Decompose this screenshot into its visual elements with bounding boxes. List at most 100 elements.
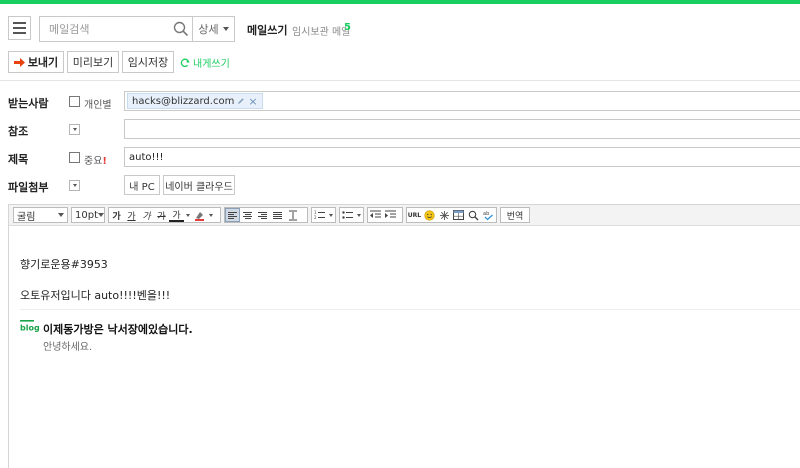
strikethrough-button[interactable]: 가: [154, 208, 169, 222]
text-style-group: 가 가 가 가 가: [108, 207, 221, 223]
outdent-icon: [370, 210, 381, 218]
mail-search-input[interactable]: [40, 17, 170, 41]
svg-text:blog: blog: [20, 324, 40, 333]
bullet-list-dropdown[interactable]: [355, 208, 363, 222]
drafts-count[interactable]: 5: [344, 22, 351, 33]
subject-input[interactable]: [125, 148, 800, 166]
table-icon: [453, 210, 465, 220]
alignment-group: [224, 207, 308, 223]
svg-text:2: 2: [314, 215, 317, 220]
cc-field[interactable]: [124, 119, 800, 139]
chevron-down-icon: [72, 128, 77, 131]
remove-recipient-icon[interactable]: ×: [248, 95, 257, 108]
detail-search-label: 상세: [198, 23, 219, 36]
bullet-list-button[interactable]: [340, 208, 355, 222]
align-center-button[interactable]: [240, 208, 255, 222]
italic-button[interactable]: 가: [139, 208, 154, 222]
drafts-link[interactable]: 임시보관 메일: [292, 23, 350, 38]
write-to-self-label: 내게쓰기: [193, 59, 230, 70]
recipient-field[interactable]: hacks@blizzard.com ×: [124, 91, 800, 111]
signature-subtitle: 안녕하세요.: [43, 342, 93, 353]
send-button-label: 보내기: [27, 56, 59, 69]
indent-group: [367, 207, 403, 223]
signature-divider: [20, 309, 800, 310]
write-to-self-link[interactable]: 내게쓰기: [180, 55, 230, 70]
cc-dropdown-toggle[interactable]: [69, 124, 80, 135]
font-family-select[interactable]: 굴림: [13, 207, 68, 223]
align-right-icon: [258, 211, 267, 219]
top-brand-bar: [0, 0, 800, 4]
body-line-2: 오토유저입니다 auto!!!!벤을!!!: [20, 289, 171, 302]
important-label-text: 중요: [84, 156, 103, 167]
insert-group: URL ab: [406, 207, 497, 223]
subject-label: 제목: [8, 153, 29, 166]
align-right-button[interactable]: [255, 208, 270, 222]
svg-text:ab: ab: [483, 211, 489, 217]
hamburger-menu-button[interactable]: [8, 16, 31, 40]
page-title: 메일쓰기: [247, 24, 288, 37]
numbered-list-icon: 12: [314, 210, 325, 220]
chevron-down-icon: [209, 213, 213, 217]
bold-button[interactable]: 가: [109, 208, 124, 222]
indent-button[interactable]: [383, 208, 398, 222]
special-char-button[interactable]: [437, 208, 452, 222]
save-draft-button[interactable]: 임시저장: [122, 51, 174, 73]
align-center-icon: [243, 211, 252, 219]
indent-icon: [385, 210, 396, 218]
mail-search-box[interactable]: [39, 16, 193, 42]
emoticon-icon: [424, 209, 435, 221]
cc-label: 참조: [8, 125, 29, 138]
send-arrow-icon: [13, 57, 25, 67]
highlight-color-dropdown[interactable]: [207, 208, 215, 222]
emoticon-button[interactable]: [422, 208, 437, 222]
chevron-down-icon: [357, 213, 361, 217]
underline-button[interactable]: 가: [124, 208, 139, 222]
attach-my-pc-button[interactable]: 내 PC: [124, 175, 160, 195]
spellcheck-button[interactable]: ab: [481, 208, 496, 222]
signature-title[interactable]: 이제동가방은 낙서장에있습니다.: [43, 321, 193, 337]
align-left-icon: [228, 211, 237, 219]
individual-send-checkbox[interactable]: [69, 96, 80, 107]
font-color-button[interactable]: 가: [169, 208, 184, 222]
find-button[interactable]: [466, 208, 481, 222]
preview-button[interactable]: 미리보기: [67, 51, 119, 73]
outdent-button[interactable]: [368, 208, 383, 222]
numbered-list-dropdown[interactable]: [327, 208, 335, 222]
line-height-icon: [288, 210, 297, 220]
line-height-button[interactable]: [285, 208, 300, 222]
search-icon[interactable]: [173, 21, 189, 37]
important-checkbox[interactable]: [69, 152, 80, 163]
editor-toolbar: 굴림 10pt 가 가 가 가 가 1 2 URL ab 번역: [9, 205, 800, 226]
chevron-down-icon: [72, 184, 77, 187]
recipient-chip[interactable]: hacks@blizzard.com ×: [127, 93, 263, 109]
special-char-icon: [439, 210, 449, 220]
subject-field[interactable]: [124, 147, 800, 167]
bullet-list-icon: [342, 211, 353, 219]
recipient-chip-address: hacks@blizzard.com: [132, 95, 235, 107]
align-justify-icon: [273, 211, 282, 219]
align-left-button[interactable]: [225, 208, 240, 222]
body-line-1: 향기로운용#3953: [20, 258, 108, 271]
numbered-list-button[interactable]: 12: [312, 208, 327, 222]
attachment-label: 파일첨부: [8, 181, 49, 194]
pencil-icon[interactable]: [237, 97, 245, 105]
highlight-color-button[interactable]: [192, 208, 207, 222]
font-size-select[interactable]: 10pt: [71, 207, 105, 223]
bullet-list-group: [339, 207, 364, 223]
translate-button[interactable]: 번역: [500, 207, 530, 223]
mail-editor[interactable]: 굴림 10pt 가 가 가 가 가 1 2 URL ab 번역 향기로운용#39…: [8, 204, 800, 468]
attach-naver-cloud-button[interactable]: 네이버 클라우드: [163, 175, 235, 195]
insert-link-button[interactable]: URL: [407, 208, 422, 222]
attachment-dropdown-toggle[interactable]: [69, 180, 80, 191]
numbered-list-group: 12: [311, 207, 336, 223]
insert-table-button[interactable]: [451, 208, 466, 222]
chevron-down-icon: [58, 213, 64, 217]
font-size-value: 10pt: [75, 209, 98, 221]
detail-search-button[interactable]: 상세: [193, 16, 235, 42]
recipient-label: 받는사람: [8, 97, 49, 110]
send-button[interactable]: 보내기: [8, 51, 64, 73]
align-justify-button[interactable]: [270, 208, 285, 222]
chevron-down-icon: [222, 27, 229, 31]
refresh-icon: [180, 58, 190, 67]
font-color-dropdown[interactable]: [184, 208, 192, 222]
